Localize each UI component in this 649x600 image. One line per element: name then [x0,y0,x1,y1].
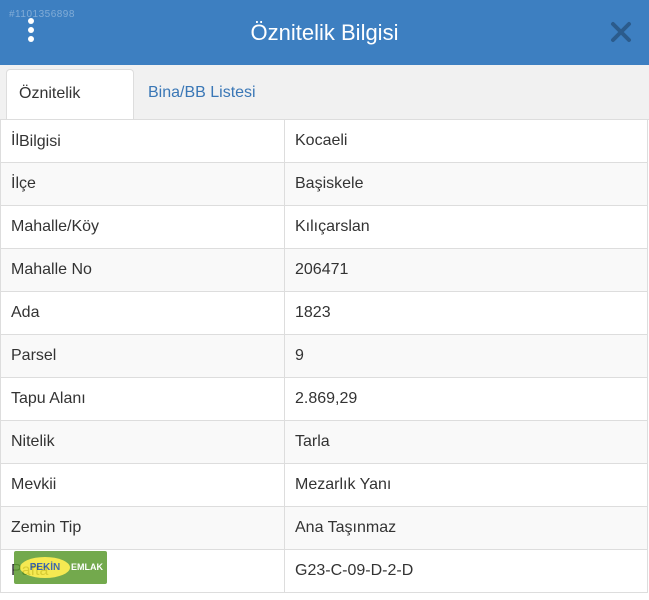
logo-word: EMLAK [71,562,103,572]
attribute-value: G23-C-09-D-2-D [284,549,648,593]
attribute-key: Mahalle/Köy [0,205,285,249]
attribute-value: Mezarlık Yanı [284,463,648,507]
attribute-key: Ada [0,291,285,335]
table-row: Parsel 9 [0,334,648,378]
close-icon[interactable] [609,20,633,44]
attribute-value: Tarla [284,420,648,464]
attribute-value: Başiskele [284,162,648,206]
attribute-value: Ana Taşınmaz [284,506,648,550]
attribute-value: 206471 [284,248,648,292]
attribute-key: Tapu Alanı [0,377,285,421]
attribute-table: İl Kocaeli İlçe Başiskele Mahalle/Köy Kılıçar… [0,119,648,593]
table-row: Mevkii Mezarlık Yanı [0,463,648,507]
attribute-key: Parsel [0,334,285,378]
table-row: Mahalle/Köy Kılıçarslan [0,205,648,249]
table-row: Tapu Alanı 2.869,29 [0,377,648,421]
attribute-value: Kocaeli [284,119,648,163]
attribute-value: 2.869,29 [284,377,648,421]
attribute-value: Kılıçarslan [284,205,648,249]
table-row: Zemin Tip Ana Taşınmaz [0,506,648,550]
dialog-title: Öznitelik Bilgisi [250,20,399,45]
attribute-key: Zemin Tip [0,506,285,550]
attribute-key: İlçe [0,162,285,206]
attribute-key: Mahalle No [0,248,285,292]
attribute-value: 1823 [284,291,648,335]
company-logo: PEKİN EMLAK [14,551,107,584]
attribute-key: İl [0,119,285,163]
table-row: İl Kocaeli [0,119,648,163]
table-row: İlçe Başiskele [0,162,648,206]
tab-oznitelik-bilgisi[interactable]: Öznitelik Bilgisi [6,69,134,150]
attribute-key: Mevkii [0,463,285,507]
table-row: Nitelik Tarla [0,420,648,464]
logo-oval: PEKİN [20,557,70,578]
attribute-value: 9 [284,334,648,378]
dialog-header: #1101356898 Öznitelik Bilgisi [0,0,649,65]
table-row: Mahalle No 206471 [0,248,648,292]
tab-bina-bb-listesi[interactable]: Bina/BB Listesi [136,69,268,119]
table-row: Ada 1823 [0,291,648,335]
tab-bar: Öznitelik Bilgisi Bina/BB Listesi [0,65,649,150]
attribute-key: Nitelik [0,420,285,464]
